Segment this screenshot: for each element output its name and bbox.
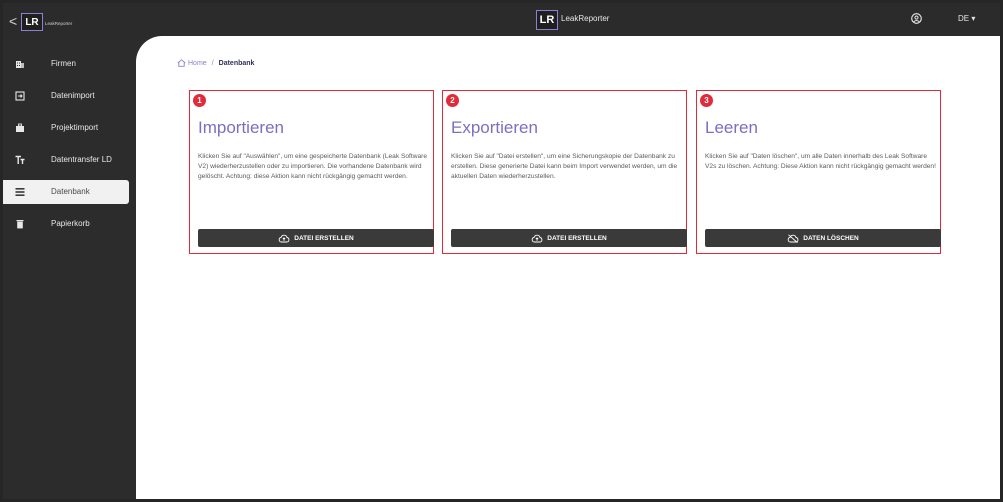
delete-data-button[interactable]: DATEN LÖSCHEN: [705, 229, 941, 247]
collapse-sidebar-icon[interactable]: <: [9, 13, 17, 29]
clear-card: 3 Leeren Klicken Sie auf "Daten löschen"…: [696, 90, 941, 254]
sidebar-item-label: Datenbank: [51, 187, 90, 196]
app-logo[interactable]: LR: [536, 10, 558, 30]
card-title: Leeren: [705, 118, 758, 137]
import-button[interactable]: DATEI ERSTELLEN: [198, 229, 434, 247]
card-description: Klicken Sie auf "Daten löschen", um alle…: [705, 153, 936, 171]
home-icon[interactable]: [177, 59, 186, 67]
trash-icon: [15, 219, 25, 229]
cloud-upload-icon: [279, 234, 290, 242]
language-selector[interactable]: DE ▾: [958, 14, 975, 23]
sidebar-item-papierkorb[interactable]: Papierkorb: [3, 212, 129, 236]
card-title: Importieren: [198, 118, 284, 137]
sidebar-item-label: Papierkorb: [51, 219, 90, 228]
button-label: DATEI ERSTELLEN: [294, 234, 354, 242]
building-icon: [15, 59, 25, 69]
sidebar-logo: LR: [21, 13, 43, 31]
sidebar: Firmen Datenimport Projektimport Datentr…: [3, 41, 143, 499]
sidebar-item-label: Projektimport: [51, 123, 99, 132]
briefcase-icon: [15, 123, 25, 133]
step-badge: 2: [446, 94, 459, 107]
button-label: DATEI ERSTELLEN: [547, 234, 607, 242]
breadcrumb-current: Datenbank: [218, 59, 255, 67]
cloud-off-icon: [787, 233, 799, 243]
app-name: LeakReporter: [561, 14, 610, 23]
sidebar-item-label: Datenimport: [51, 91, 95, 100]
text-size-icon: [15, 155, 25, 165]
sidebar-item-label: Firmen: [51, 59, 76, 68]
import-card: 1 Importieren Klicken Sie auf "Auswählen…: [189, 90, 434, 254]
sidebar-item-datenimport[interactable]: Datenimport: [3, 84, 129, 108]
import-icon: [15, 91, 25, 101]
sidebar-item-firmen[interactable]: Firmen: [3, 52, 129, 76]
export-button[interactable]: DATEI ERSTELLEN: [451, 229, 687, 247]
app-window: < LR LeakReporter LR LeakReporter DE ▾ F…: [3, 3, 1000, 499]
step-badge: 1: [193, 94, 206, 107]
breadcrumb-separator: /: [211, 59, 214, 67]
cloud-upload-icon: [532, 234, 543, 242]
breadcrumb: Home / Datenbank: [177, 59, 254, 67]
step-badge: 3: [700, 94, 713, 107]
breadcrumb-home[interactable]: Home: [188, 60, 207, 67]
sidebar-item-datenbank[interactable]: Datenbank: [3, 180, 129, 204]
sidebar-item-datentransfer-ld[interactable]: Datentransfer LD: [3, 148, 129, 172]
main-content: Home / Datenbank 1 Importieren Klicken S…: [136, 36, 1000, 499]
card-description: Klicken Sie auf "Auswählen", um eine ges…: [198, 153, 428, 181]
card-title: Exportieren: [451, 118, 538, 137]
sidebar-item-label: Datentransfer LD: [51, 155, 112, 164]
sidebar-logo-text: LeakReporter: [45, 21, 73, 26]
button-label: DATEN LÖSCHEN: [803, 234, 859, 242]
sidebar-item-projektimport[interactable]: Projektimport: [3, 116, 129, 140]
export-card: 2 Exportieren Klicken Sie auf "Datei ers…: [442, 90, 687, 254]
card-description: Klicken Sie auf "Datei erstellen", um ei…: [451, 153, 678, 181]
list-icon: [15, 187, 25, 197]
user-account-icon[interactable]: [911, 13, 922, 24]
